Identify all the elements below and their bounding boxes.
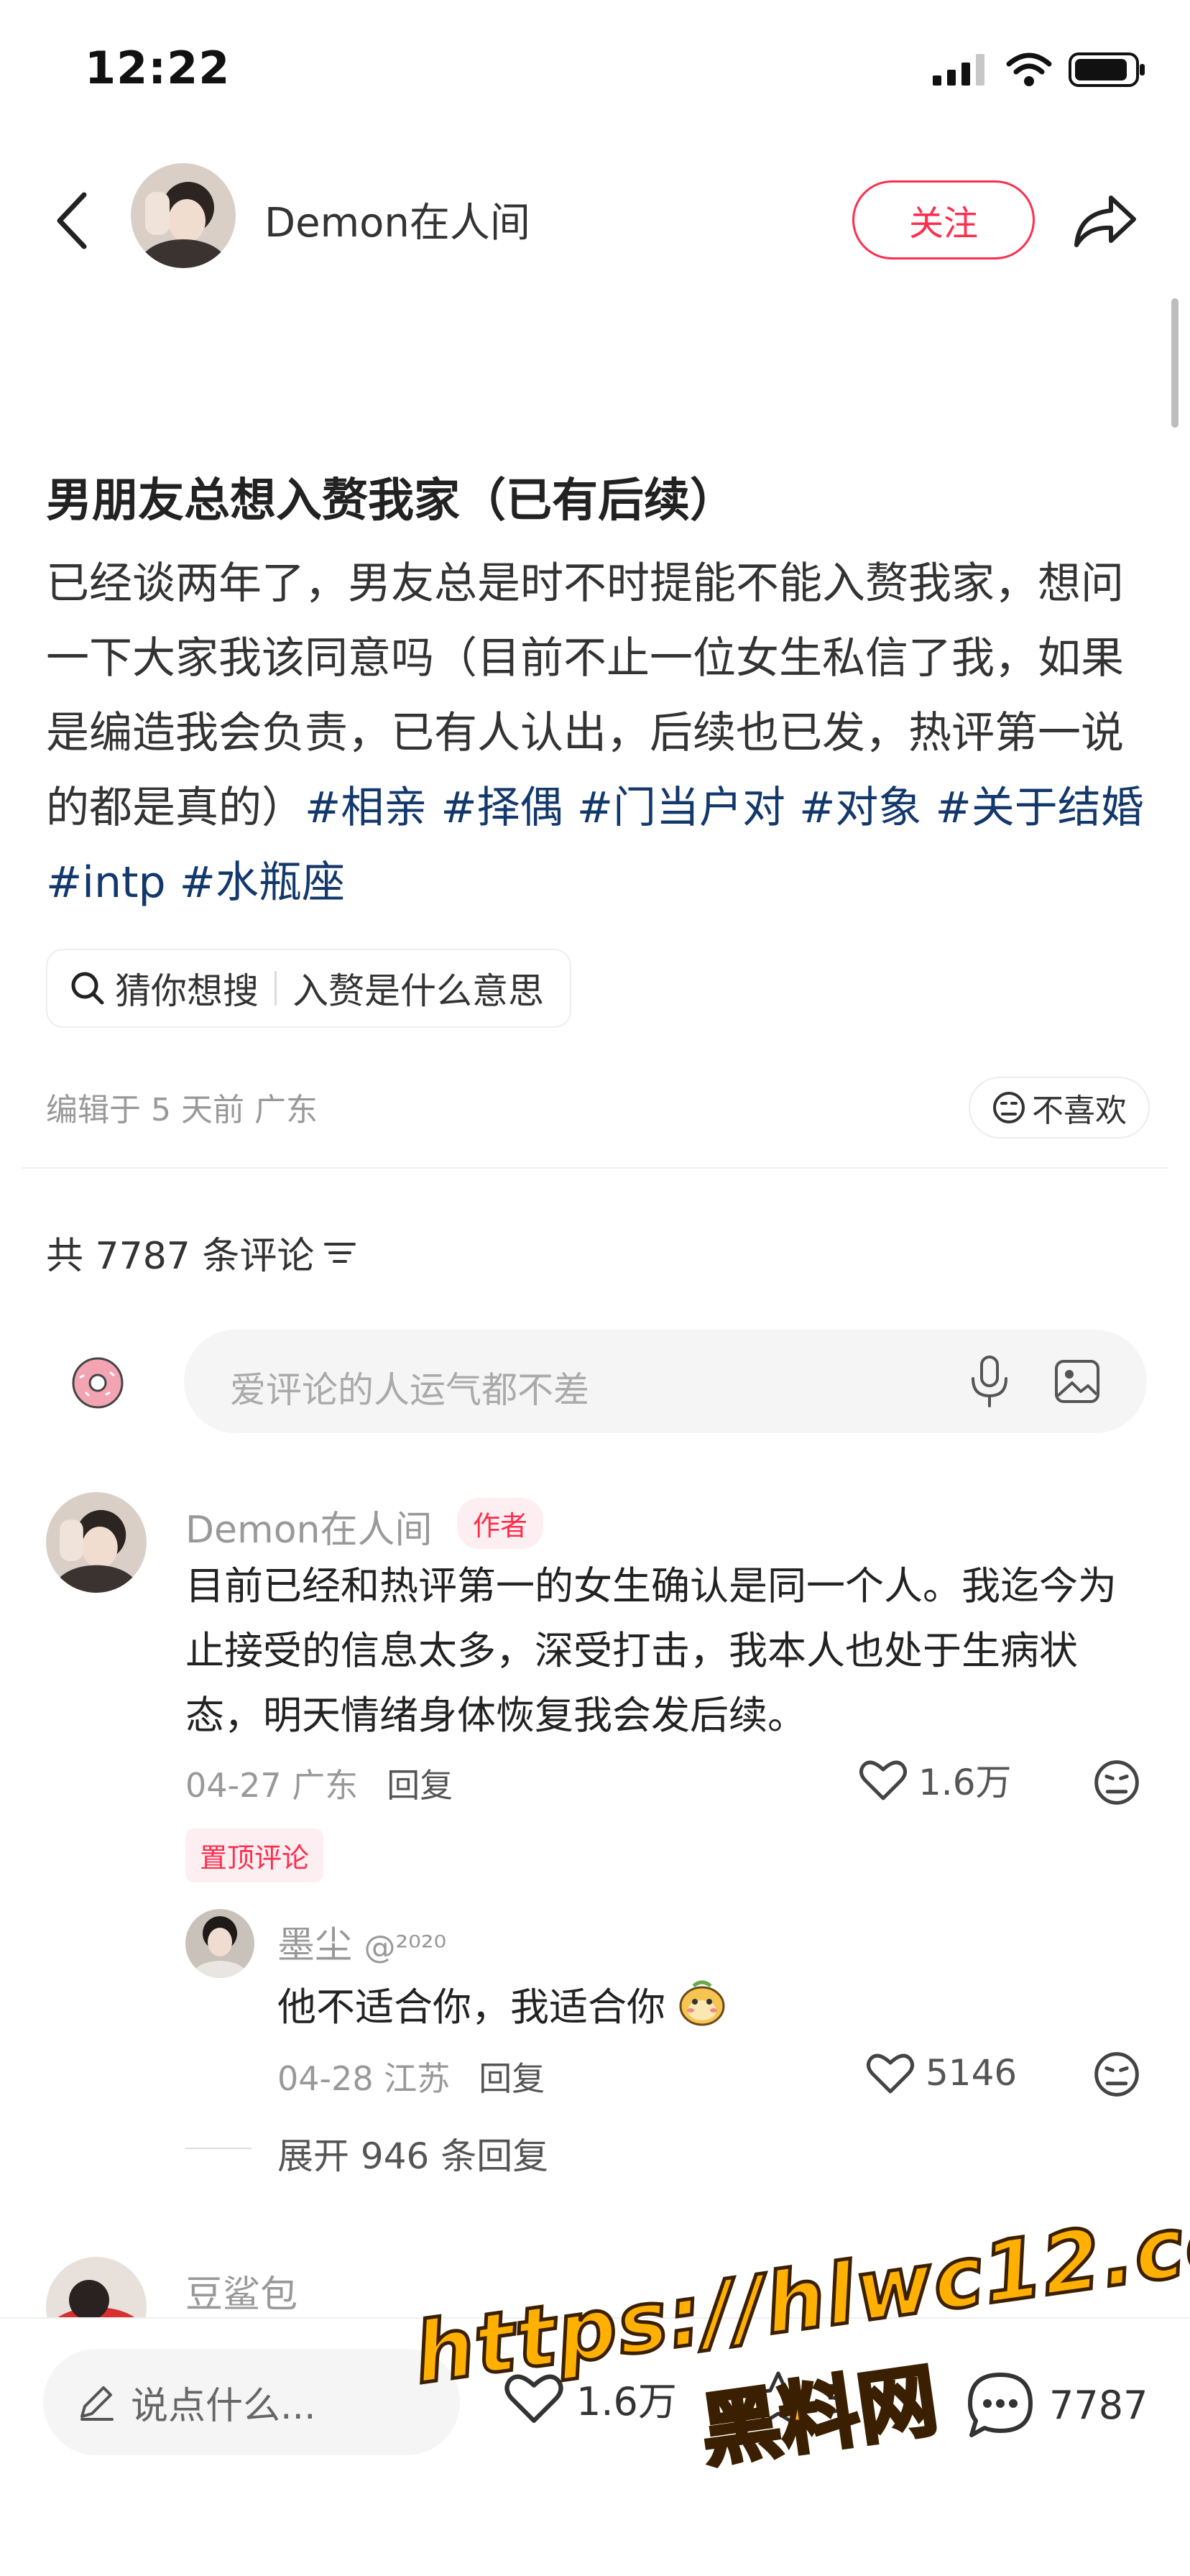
expand-replies-button[interactable]: 展开 946 条回复 bbox=[277, 2128, 548, 2179]
comment-meta: 04-28 江苏 回复 bbox=[277, 2053, 545, 2100]
emoji-sticker-icon bbox=[679, 1980, 725, 2026]
comment-like-button[interactable]: 5146 bbox=[865, 2050, 1017, 2096]
unhappy-face-icon bbox=[993, 1092, 1025, 1123]
related-search-query: 入赘是什么意思 bbox=[292, 970, 544, 1012]
section-divider bbox=[22, 1167, 1168, 1169]
say-something-placeholder: 说点什么... bbox=[131, 2384, 316, 2428]
related-search-chip[interactable]: 猜你想搜 入赘是什么意思 bbox=[46, 949, 571, 1028]
wifi-icon bbox=[1006, 52, 1052, 86]
post-title: 男朋友总想入赘我家（已有后续） bbox=[46, 474, 736, 528]
commenter-name-text: 墨尘 bbox=[277, 1924, 353, 1967]
edit-info: 编辑于 5 天前 广东 bbox=[46, 1092, 318, 1128]
comment-input[interactable]: 爱评论的人运气都不差 bbox=[184, 1330, 1147, 1433]
comments-count-header[interactable]: 共 7787 条评论 bbox=[46, 1225, 357, 1279]
battery-icon bbox=[1069, 52, 1145, 87]
reply-button[interactable]: 回复 bbox=[479, 2059, 545, 2098]
comment-input-row: 爱评论的人运气都不差 bbox=[0, 1330, 1190, 1433]
scrollbar-thumb[interactable] bbox=[1171, 298, 1179, 428]
hashtag-link[interactable]: #intp bbox=[46, 857, 166, 908]
heart-icon bbox=[859, 1760, 907, 1800]
share-button[interactable] bbox=[1069, 185, 1141, 257]
follow-button[interactable]: 关注 bbox=[852, 180, 1035, 259]
comment-dislike-icon[interactable] bbox=[1092, 2050, 1141, 2099]
search-icon bbox=[71, 972, 104, 1005]
author-name[interactable]: Demon在人间 bbox=[264, 190, 530, 249]
dislike-post-button[interactable]: 不喜欢 bbox=[969, 1077, 1150, 1138]
cellular-signal-icon bbox=[933, 54, 984, 86]
post-body: 已经谈两年了，男友总是时不时提能不能入赘我家，想问一下大家我该同意吗（目前不止一… bbox=[46, 546, 1145, 920]
comment-date-location: 04-28 江苏 bbox=[277, 2059, 451, 2098]
pinned-comment-badge: 置顶评论 bbox=[185, 1828, 324, 1882]
comments-count-label: 共 7787 条评论 bbox=[46, 1235, 315, 1278]
status-time: 12:22 bbox=[85, 42, 231, 94]
pencil-icon bbox=[80, 2386, 114, 2421]
comment-text: 他不适合你，我适合你 bbox=[277, 1975, 727, 2040]
comment-meta: 04-27 广东 回复 bbox=[185, 1760, 453, 1807]
related-search-label: 猜你想搜 bbox=[115, 970, 259, 1012]
back-button[interactable] bbox=[43, 185, 101, 257]
comment-text-body: 他不适合你，我适合你 bbox=[277, 1984, 665, 2030]
comment-like-button[interactable]: 1.6万 bbox=[858, 1754, 1012, 1806]
status-bar: 12:22 bbox=[0, 0, 1190, 137]
comment-dislike-icon[interactable] bbox=[1092, 1758, 1141, 1807]
hashtag-link[interactable]: #关于结婚 bbox=[935, 783, 1143, 833]
star-icon bbox=[749, 2371, 807, 2426]
author-avatar[interactable] bbox=[131, 163, 236, 268]
dislike-label: 不喜欢 bbox=[1032, 1092, 1127, 1129]
heart-icon bbox=[867, 2053, 914, 2094]
comment-input-placeholder: 爱评论的人运气都不差 bbox=[230, 1369, 589, 1411]
heart-icon bbox=[504, 2374, 563, 2424]
commenter-name[interactable]: 墨尘 @²⁰²⁰ bbox=[277, 1915, 446, 1969]
commenter-avatar-image bbox=[185, 1909, 254, 1978]
microphone-icon[interactable] bbox=[964, 1354, 1015, 1409]
hashtag-link[interactable]: #相亲 bbox=[305, 783, 427, 833]
commenter-name-suffix: @²⁰²⁰ bbox=[364, 1929, 447, 1966]
author-badge: 作者 bbox=[457, 1498, 544, 1549]
comment-bubble-icon bbox=[968, 2373, 1033, 2437]
donut-avatar-icon bbox=[72, 1357, 124, 1409]
post-collect-count: 3 bbox=[821, 2376, 846, 2422]
commenter-avatar-image bbox=[46, 1492, 147, 1593]
post-like-count: 1.6万 bbox=[576, 2378, 677, 2424]
collect-post-button[interactable]: 3 bbox=[747, 2369, 845, 2429]
comment-date-location: 04-27 广东 bbox=[185, 1766, 359, 1805]
commenter-avatar[interactable] bbox=[46, 1492, 147, 1593]
reply-button[interactable]: 回复 bbox=[387, 1766, 453, 1805]
chevron-left-icon bbox=[57, 192, 87, 249]
post-comment-count: 7787 bbox=[1049, 2382, 1148, 2428]
author-avatar-image bbox=[131, 163, 236, 268]
hashtag-link[interactable]: #门当户对 bbox=[577, 783, 785, 833]
comment-like-count: 1.6万 bbox=[918, 1762, 1012, 1803]
bottom-action-bar: 说点什么... 1.6万 3 7787 bbox=[0, 2317, 1190, 2576]
image-icon[interactable] bbox=[1052, 1354, 1102, 1409]
hashtag-link[interactable]: #对象 bbox=[799, 783, 921, 833]
commenter-avatar[interactable] bbox=[185, 1909, 254, 1978]
hashtag-link[interactable]: #水瓶座 bbox=[180, 857, 345, 908]
commenter-name[interactable]: 豆鲨包 bbox=[185, 2264, 298, 2318]
commenter-name[interactable]: Demon在人间 bbox=[185, 1499, 432, 1553]
sort-icon bbox=[324, 1242, 356, 1263]
like-post-button[interactable]: 1.6万 bbox=[503, 2369, 677, 2426]
expand-replies-line bbox=[185, 2148, 252, 2149]
chip-separator bbox=[275, 971, 277, 1006]
status-icons bbox=[933, 52, 1147, 88]
share-icon bbox=[1074, 196, 1136, 247]
hashtag-link[interactable]: #择偶 bbox=[441, 783, 563, 833]
post-header: Demon在人间 关注 bbox=[0, 155, 1190, 284]
my-avatar bbox=[70, 1356, 125, 1410]
comment-text: 目前已经和热评第一的女生确认是同一个人。我迄今为止接受的信息太多，深受打击，我本… bbox=[185, 1563, 1117, 1738]
comment-like-count: 5146 bbox=[926, 2052, 1018, 2094]
say-something-input[interactable]: 说点什么... bbox=[43, 2349, 460, 2455]
comment-post-button[interactable]: 7787 bbox=[963, 2369, 1148, 2441]
